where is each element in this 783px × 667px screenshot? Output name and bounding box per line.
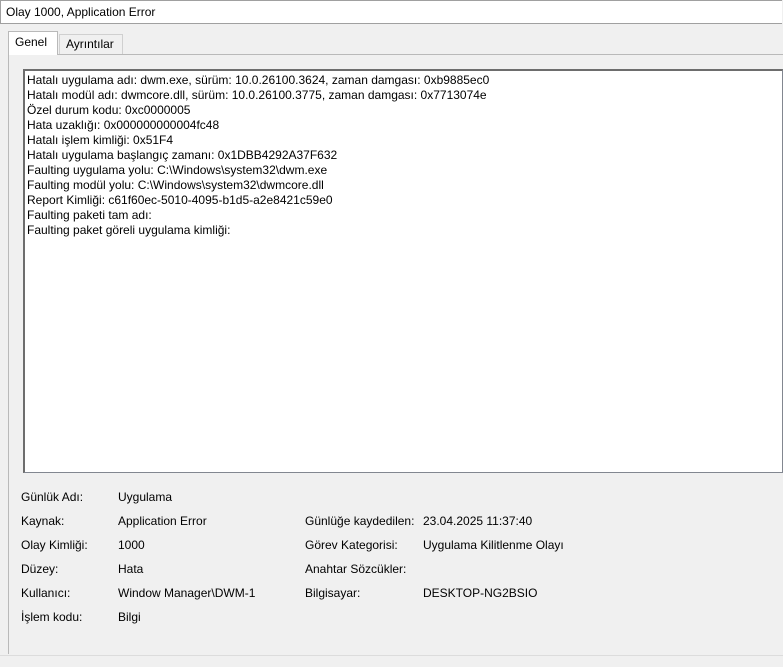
- description-line: Özel durum kodu: 0xc0000005: [27, 103, 191, 117]
- task-category-label: Görev Kategorisi:: [305, 538, 398, 552]
- computer-value[interactable]: DESKTOP-NG2BSIO: [423, 586, 537, 600]
- event-id-value[interactable]: 1000: [118, 538, 145, 552]
- user-label: Kullanıcı:: [21, 586, 71, 600]
- bottom-divider: [0, 655, 783, 656]
- logged-label: Günlüğe kaydedilen:: [305, 514, 415, 528]
- description-line: Hatalı işlem kimliği: 0x51F4: [27, 133, 174, 147]
- keywords-label: Anahtar Sözcükler:: [305, 562, 407, 576]
- source-label: Kaynak:: [21, 514, 65, 528]
- event-description-textbox[interactable]: Hatalı uygulama adı: dwm.exe, sürüm: 10.…: [23, 69, 783, 473]
- description-line: Faulting paket göreli uygulama kimliği:: [27, 223, 231, 237]
- source-value[interactable]: Application Error: [118, 514, 207, 528]
- title-bar: Olay 1000, Application Error: [0, 0, 782, 24]
- description-line: Hatalı uygulama başlangıç zamanı: 0x1DBB…: [27, 148, 338, 162]
- event-properties-window: Olay 1000, Application Error Genel Ayrın…: [0, 0, 783, 667]
- tab-general[interactable]: Genel: [8, 31, 58, 55]
- window-title: Olay 1000, Application Error: [6, 5, 156, 19]
- event-id-label: Olay Kimliği:: [21, 538, 88, 552]
- description-line: Hatalı uygulama adı: dwm.exe, sürüm: 10.…: [27, 73, 490, 87]
- level-value[interactable]: Hata: [118, 562, 143, 576]
- tab-details[interactable]: Ayrıntılar: [59, 34, 123, 54]
- task-category-value[interactable]: Uygulama Kilitlenme Olayı: [423, 538, 564, 552]
- computer-label: Bilgisayar:: [305, 586, 361, 600]
- opcode-label: İşlem kodu:: [21, 610, 83, 624]
- user-value[interactable]: Window Manager\DWM-1: [118, 586, 255, 600]
- description-line: Hata uzaklığı: 0x000000000004fc48: [27, 118, 220, 132]
- description-line: Faulting paketi tam adı:: [27, 208, 152, 222]
- log-name-label: Günlük Adı:: [21, 490, 84, 504]
- opcode-value[interactable]: Bilgi: [118, 610, 141, 624]
- level-label: Düzey:: [21, 562, 59, 576]
- logged-value[interactable]: 23.04.2025 11:37:40: [423, 514, 532, 528]
- description-line: Report Kimliği: c61f60ec-5010-4095-b1d5-…: [27, 193, 333, 207]
- description-line: Faulting modül yolu: C:\Windows\system32…: [27, 178, 324, 192]
- description-line: Hatalı modül adı: dwmcore.dll, sürüm: 10…: [27, 88, 487, 102]
- log-name-value[interactable]: Uygulama: [118, 490, 172, 504]
- description-line: Faulting uygulama yolu: C:\Windows\syste…: [27, 163, 328, 177]
